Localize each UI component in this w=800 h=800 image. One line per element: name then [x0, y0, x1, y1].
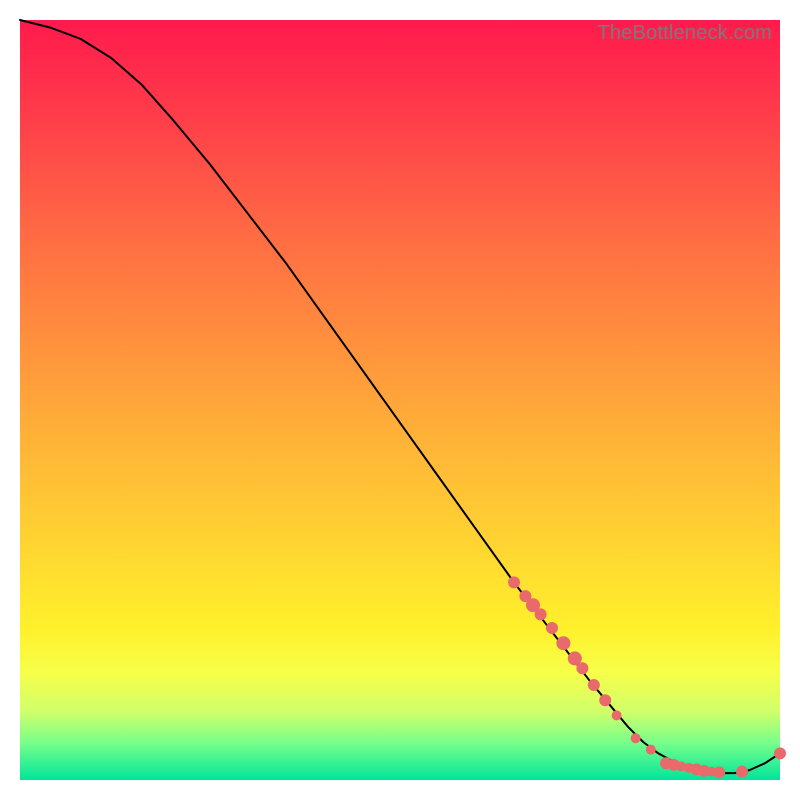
scatter-dot — [588, 679, 600, 691]
scatter-dot — [736, 766, 748, 778]
chart-svg — [20, 20, 780, 780]
scatter-dot — [631, 733, 641, 743]
plot-area: TheBottleneck.com — [20, 20, 780, 780]
scatter-dot — [713, 766, 725, 778]
scatter-dot — [556, 636, 570, 650]
scatter-dot — [535, 608, 547, 620]
scatter-dot — [546, 622, 558, 634]
scatter-dot — [612, 710, 622, 720]
scatter-dot — [508, 576, 520, 588]
scatter-dot — [599, 694, 611, 706]
scatter-dot — [646, 745, 656, 755]
scatter-dot — [774, 747, 786, 759]
main-curve — [20, 20, 780, 773]
chart-root: TheBottleneck.com — [0, 0, 800, 800]
scatter-group — [508, 576, 786, 778]
scatter-dot — [576, 662, 588, 674]
